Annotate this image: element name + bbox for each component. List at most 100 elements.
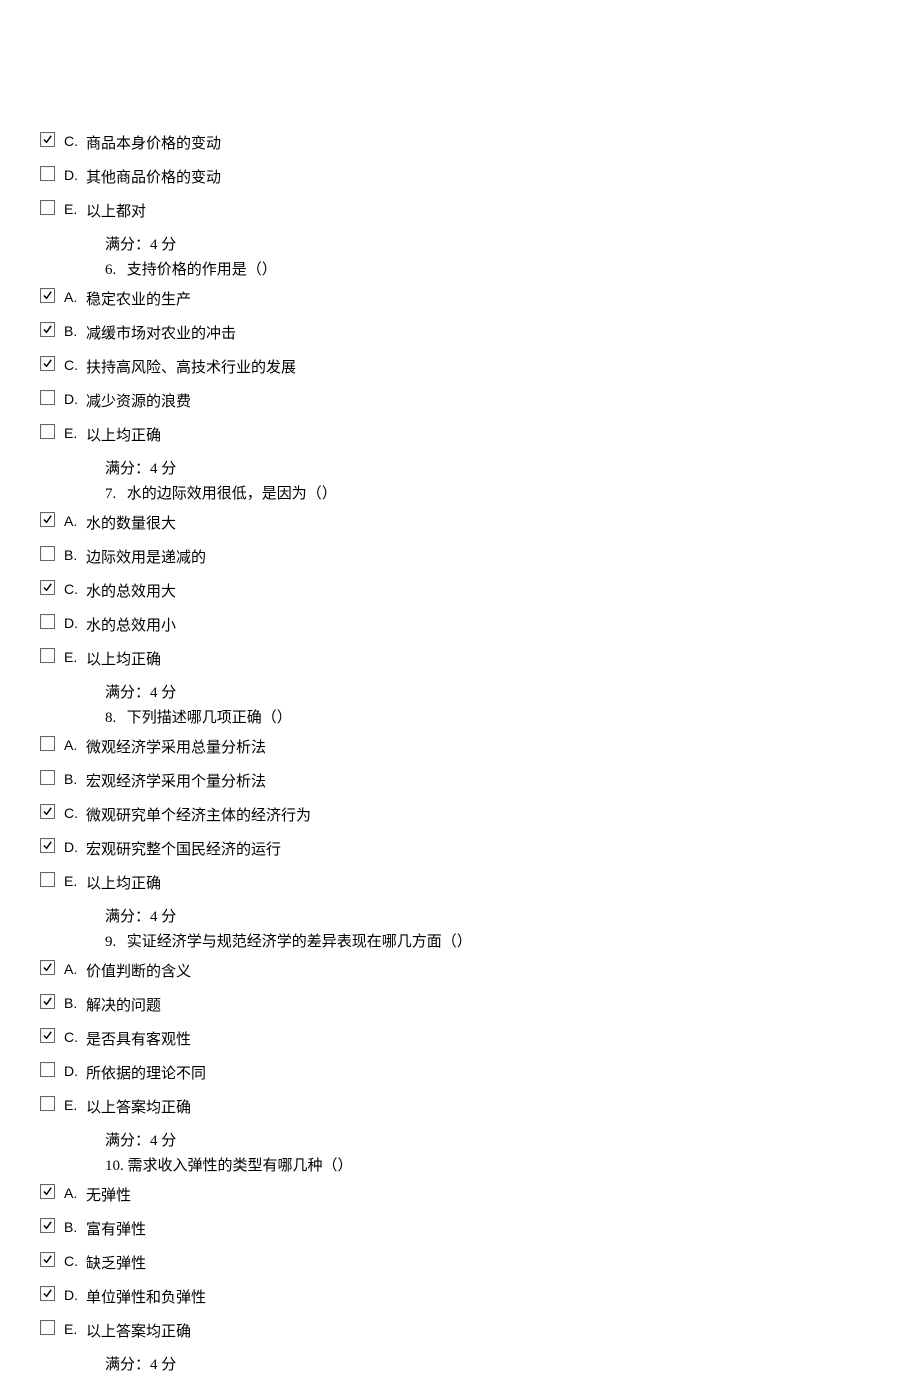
checkbox-cell: [40, 837, 64, 856]
checkbox-checked-icon[interactable]: [40, 994, 55, 1009]
option-text: 以上均正确: [86, 647, 161, 669]
checkbox-cell: [40, 613, 64, 634]
checkbox-cell: [40, 165, 64, 186]
checkbox-checked-icon[interactable]: [40, 322, 55, 337]
option-row: C.是否具有客观性: [40, 1027, 920, 1049]
option-letter: E.: [64, 423, 86, 441]
option-text: 宏观研究整个国民经济的运行: [86, 837, 281, 859]
option-text: 以上答案均正确: [86, 1319, 191, 1341]
checkbox-cell: [40, 199, 64, 220]
option-letter: C.: [64, 1251, 86, 1269]
option-letter: A.: [64, 511, 86, 529]
question-number: 8.: [105, 710, 123, 727]
option-letter: A.: [64, 735, 86, 753]
option-text: 无弹性: [86, 1183, 131, 1205]
option-letter: E.: [64, 1319, 86, 1337]
option-letter: B.: [64, 545, 86, 563]
option-row: E.以上答案均正确: [40, 1095, 920, 1117]
option-row: A.无弹性: [40, 1183, 920, 1205]
checkbox-checked-icon[interactable]: [40, 132, 55, 147]
checkbox-cell: [40, 131, 64, 150]
option-row: B.减缓市场对农业的冲击: [40, 321, 920, 343]
option-text: 微观经济学采用总量分析法: [86, 735, 266, 757]
checkbox-unchecked-icon[interactable]: [40, 648, 55, 663]
option-letter: D.: [64, 389, 86, 407]
checkbox-unchecked-icon[interactable]: [40, 390, 55, 405]
checkbox-cell: [40, 959, 64, 978]
checkbox-unchecked-icon[interactable]: [40, 166, 55, 181]
option-letter: A.: [64, 1183, 86, 1201]
option-text: 边际效用是递减的: [86, 545, 206, 567]
checkbox-cell: [40, 1095, 64, 1116]
option-text: 富有弹性: [86, 1217, 146, 1239]
checkbox-unchecked-icon[interactable]: [40, 872, 55, 887]
checkbox-cell: [40, 423, 64, 444]
question-number: 10.: [105, 1158, 124, 1175]
checkbox-cell: [40, 1183, 64, 1202]
checkbox-unchecked-icon[interactable]: [40, 1062, 55, 1077]
checkbox-cell: [40, 1217, 64, 1236]
question-prompt: 9. 实证经济学与规范经济学的差异表现在哪几方面（）: [105, 930, 920, 951]
option-row: C.商品本身价格的变动: [40, 131, 920, 153]
checkbox-cell: [40, 579, 64, 598]
checkbox-unchecked-icon[interactable]: [40, 614, 55, 629]
checkbox-checked-icon[interactable]: [40, 1028, 55, 1043]
checkbox-cell: [40, 735, 64, 756]
option-text: 水的数量很大: [86, 511, 176, 533]
option-text: 以上均正确: [86, 423, 161, 445]
score-label: 满分：4 分: [105, 1129, 920, 1150]
checkbox-checked-icon[interactable]: [40, 356, 55, 371]
option-text: 水的总效用小: [86, 613, 176, 635]
option-row: A.微观经济学采用总量分析法: [40, 735, 920, 757]
option-row: C.缺乏弹性: [40, 1251, 920, 1273]
option-text: 解决的问题: [86, 993, 161, 1015]
checkbox-unchecked-icon[interactable]: [40, 770, 55, 785]
checkbox-cell: [40, 871, 64, 892]
option-letter: C.: [64, 1027, 86, 1045]
checkbox-unchecked-icon[interactable]: [40, 424, 55, 439]
score-label: 满分：4 分: [105, 1353, 920, 1374]
checkbox-unchecked-icon[interactable]: [40, 1320, 55, 1335]
checkbox-checked-icon[interactable]: [40, 1218, 55, 1233]
option-letter: A.: [64, 287, 86, 305]
question-number: 6.: [105, 262, 123, 279]
option-row: B.解决的问题: [40, 993, 920, 1015]
checkbox-unchecked-icon[interactable]: [40, 736, 55, 751]
document-body: C.商品本身价格的变动D.其他商品价格的变动E.以上都对满分：4 分6. 支持价…: [0, 0, 920, 1374]
option-row: D.水的总效用小: [40, 613, 920, 635]
checkbox-cell: [40, 287, 64, 306]
option-row: E.以上均正确: [40, 871, 920, 893]
option-row: C.水的总效用大: [40, 579, 920, 601]
checkbox-checked-icon[interactable]: [40, 838, 55, 853]
question-text: 支持价格的作用是（）: [127, 262, 277, 278]
option-row: D.单位弹性和负弹性: [40, 1285, 920, 1307]
checkbox-checked-icon[interactable]: [40, 960, 55, 975]
checkbox-checked-icon[interactable]: [40, 580, 55, 595]
option-text: 扶持高风险、高技术行业的发展: [86, 355, 296, 377]
option-letter: D.: [64, 837, 86, 855]
option-letter: C.: [64, 579, 86, 597]
checkbox-checked-icon[interactable]: [40, 1286, 55, 1301]
option-row: B.富有弹性: [40, 1217, 920, 1239]
option-letter: D.: [64, 165, 86, 183]
question-number: 9.: [105, 934, 123, 951]
option-row: B.宏观经济学采用个量分析法: [40, 769, 920, 791]
checkbox-checked-icon[interactable]: [40, 512, 55, 527]
checkbox-checked-icon[interactable]: [40, 804, 55, 819]
checkbox-checked-icon[interactable]: [40, 1252, 55, 1267]
checkbox-checked-icon[interactable]: [40, 1184, 55, 1199]
checkbox-checked-icon[interactable]: [40, 288, 55, 303]
option-row: D.减少资源的浪费: [40, 389, 920, 411]
question-prompt: 8. 下列描述哪几项正确（）: [105, 706, 920, 727]
option-text: 减少资源的浪费: [86, 389, 191, 411]
option-row: E.以上均正确: [40, 647, 920, 669]
option-letter: D.: [64, 1285, 86, 1303]
option-letter: E.: [64, 199, 86, 217]
option-row: E.以上均正确: [40, 423, 920, 445]
option-letter: B.: [64, 321, 86, 339]
option-letter: B.: [64, 993, 86, 1011]
checkbox-unchecked-icon[interactable]: [40, 1096, 55, 1111]
checkbox-unchecked-icon[interactable]: [40, 546, 55, 561]
checkbox-unchecked-icon[interactable]: [40, 200, 55, 215]
question-text: 需求收入弹性的类型有哪几种（）: [128, 1158, 353, 1174]
